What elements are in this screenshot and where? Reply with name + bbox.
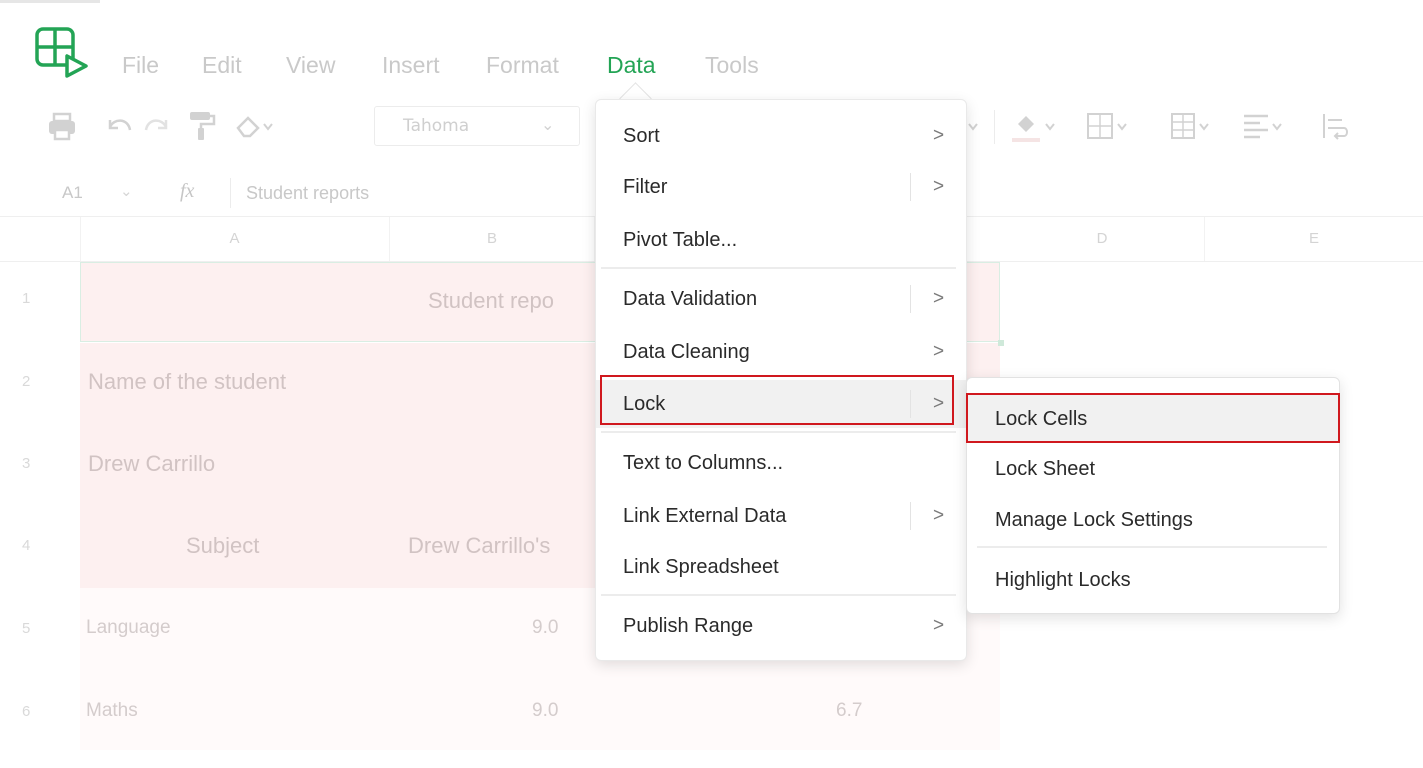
lock-submenu: Lock Cells Lock Sheet Manage Lock Settin… (966, 377, 1340, 614)
menu-item-lock[interactable]: Lock > (596, 380, 966, 428)
align-icon[interactable] (1240, 106, 1290, 146)
menu-item-label: Lock (623, 393, 666, 415)
submenu-item-lock-sheet[interactable]: Lock Sheet (967, 445, 1339, 493)
cell-a5: Language (86, 617, 171, 638)
row-number[interactable]: 2 (0, 373, 80, 390)
menu-item-label: Text to Columns... (623, 452, 784, 474)
cell-b6: 9.0 (532, 700, 559, 721)
column-header-e[interactable]: E (1205, 217, 1423, 261)
fill-color-icon[interactable] (1010, 106, 1060, 146)
cell-a4: Subject (186, 533, 260, 558)
menu-tools[interactable]: Tools (705, 52, 759, 79)
formula-divider (230, 178, 231, 208)
menu-view[interactable]: View (286, 52, 335, 79)
cell-b4: Drew Carrillo's (408, 533, 551, 558)
menu-item-publish-range[interactable]: Publish Range > (596, 602, 966, 650)
menu-item-label: Publish Range (623, 615, 754, 637)
menu-item-pivot-table[interactable]: Pivot Table... (596, 216, 966, 264)
tab-indicator (0, 0, 100, 3)
submenu-item-manage-lock-settings[interactable]: Manage Lock Settings (967, 496, 1339, 544)
chevron-right-icon[interactable]: > (933, 492, 944, 540)
row-number[interactable]: 4 (0, 537, 80, 554)
menu-item-label: Filter (623, 176, 668, 198)
menu-item-divider (910, 390, 911, 418)
font-family-select[interactable]: Tahoma ⌄ (374, 106, 580, 146)
toolbar-divider (994, 110, 995, 144)
column-header-b[interactable]: B (390, 217, 595, 261)
row-number[interactable]: 6 (0, 703, 80, 720)
cell-a2: Name of the student (88, 369, 287, 394)
menu-item-divider (910, 173, 911, 201)
menu-item-label: Data Validation (623, 288, 758, 310)
chevron-right-icon: > (933, 615, 945, 636)
cell-a3: Drew Carrillo (88, 451, 216, 476)
print-icon[interactable] (46, 106, 78, 146)
menu-format[interactable]: Format (486, 52, 559, 79)
menu-item-data-cleaning[interactable]: Data Cleaning > (596, 328, 966, 376)
row-number[interactable]: 1 (0, 290, 80, 307)
fill-handle[interactable] (998, 340, 1004, 346)
paint-format-icon[interactable] (186, 106, 216, 146)
select-all-corner[interactable] (0, 217, 81, 261)
menu-item-divider (910, 285, 911, 313)
column-header-a[interactable]: A (80, 217, 390, 261)
chevron-down-icon: ⌄ (541, 117, 555, 134)
cell-title: Student repo (428, 288, 554, 313)
chevron-right-icon: > (933, 341, 945, 362)
chevron-right-icon[interactable]: > (933, 163, 944, 211)
cell-reference[interactable]: A1 (62, 183, 83, 203)
menu-separator (601, 431, 956, 433)
menu-separator (977, 546, 1327, 548)
sheet-logo-icon (34, 26, 94, 82)
menu-item-filter[interactable]: Filter > (596, 163, 966, 211)
undo-icon[interactable] (104, 106, 134, 146)
row-number[interactable]: 5 (0, 620, 80, 637)
menu-item-divider (910, 502, 911, 530)
submenu-item-label: Lock Sheet (995, 458, 1096, 480)
function-icon: fx (180, 180, 195, 202)
formula-input[interactable]: Student reports (246, 183, 369, 204)
chevron-right-icon[interactable]: > (933, 275, 944, 323)
wrap-text-icon[interactable] (1318, 106, 1352, 146)
menu-item-link-external-data[interactable]: Link External Data > (596, 492, 966, 540)
menu-item-label: Pivot Table... (623, 229, 738, 251)
submenu-item-label: Highlight Locks (995, 569, 1131, 591)
menu-insert[interactable]: Insert (382, 52, 440, 79)
menu-separator (601, 594, 956, 596)
cell-b5: 9.0 (532, 617, 559, 638)
font-name: Tahoma (403, 116, 470, 136)
chevron-right-icon: > (933, 125, 945, 146)
borders-icon[interactable] (1084, 106, 1134, 146)
menu-edit[interactable]: Edit (202, 52, 242, 79)
column-header-d[interactable]: D (1000, 217, 1205, 261)
menu-data[interactable]: Data (607, 52, 656, 79)
menu-item-label: Data Cleaning (623, 341, 750, 363)
menu-item-label: Sort (623, 125, 660, 147)
menu-item-text-to-columns[interactable]: Text to Columns... (596, 439, 966, 487)
submenu-item-highlight-locks[interactable]: Highlight Locks (967, 556, 1339, 604)
menu-item-sort[interactable]: Sort > (596, 112, 966, 160)
row-number[interactable]: 3 (0, 455, 80, 472)
menu-item-label: Link External Data (623, 505, 787, 527)
chevron-down-icon[interactable] (966, 106, 980, 146)
cell-c6: 6.7 (836, 700, 863, 721)
clear-format-icon[interactable] (232, 106, 278, 146)
submenu-item-label: Lock Cells (995, 408, 1088, 430)
merge-cells-icon[interactable] (1168, 106, 1218, 146)
chevron-right-icon[interactable]: > (933, 380, 944, 428)
menu-separator (601, 267, 956, 269)
chevron-down-icon[interactable]: ⌄ (120, 182, 133, 200)
menu-item-data-validation[interactable]: Data Validation > (596, 275, 966, 323)
menu-file[interactable]: File (122, 52, 159, 79)
menu-item-label: Link Spreadsheet (623, 556, 779, 578)
menu-item-link-spreadsheet[interactable]: Link Spreadsheet (596, 543, 966, 591)
submenu-item-label: Manage Lock Settings (995, 509, 1193, 531)
data-menu: Sort > Filter > Pivot Table... Data Vali… (595, 99, 967, 661)
cell-a6: Maths (86, 700, 138, 721)
submenu-item-lock-cells[interactable]: Lock Cells (967, 395, 1339, 443)
redo-icon[interactable] (142, 106, 172, 146)
